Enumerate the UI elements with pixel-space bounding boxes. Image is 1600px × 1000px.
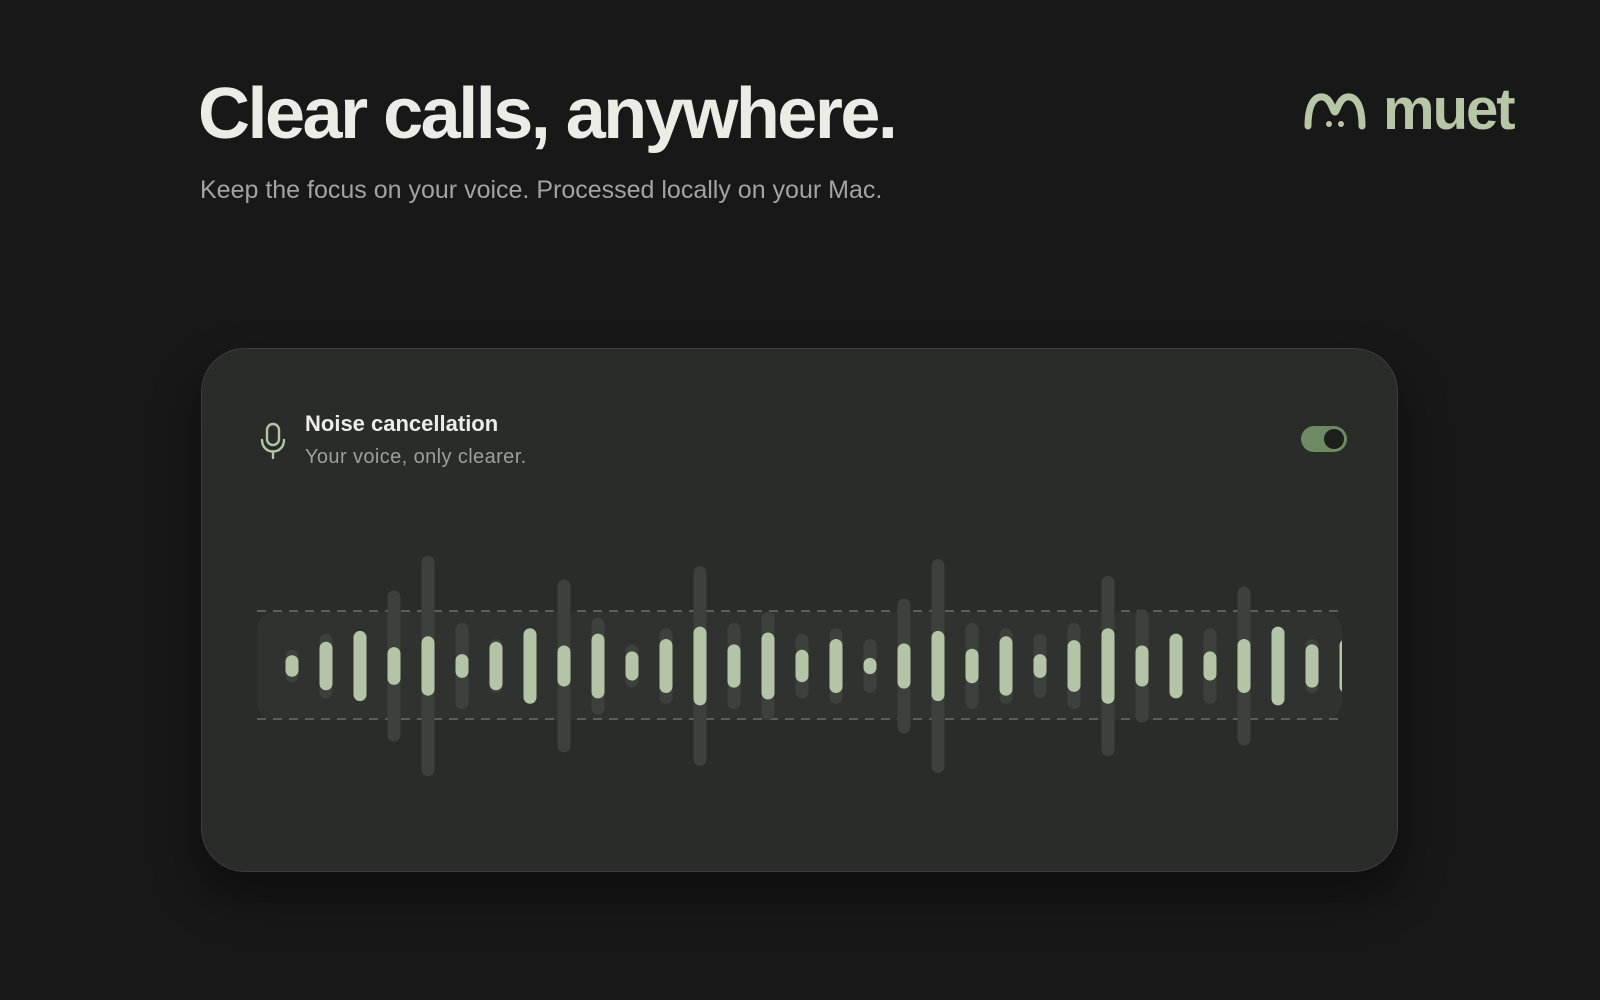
waveform-clean-bar: [1305, 644, 1319, 688]
waveform-clean-bar: [1067, 640, 1081, 692]
card-description: Your voice, only clearer.: [305, 446, 527, 468]
audio-waveform: [257, 555, 1342, 777]
waveform-clean-bar: [1101, 628, 1115, 704]
muet-logo-icon: [1304, 93, 1366, 130]
waveform-clean-bar: [285, 655, 299, 677]
card-header: Noise cancellation Your voice, only clea…: [257, 409, 527, 472]
waveform-clean-bar: [1271, 626, 1285, 706]
waveform-clean-bar: [1339, 640, 1342, 692]
waveform-clean-bar: [863, 657, 877, 675]
waveform-clean-bar: [659, 639, 673, 693]
waveform-clean-bar: [1033, 654, 1047, 678]
noise-cancellation-toggle[interactable]: [1301, 426, 1347, 452]
waveform-clean-bar: [1237, 639, 1251, 693]
waveform-clean-bar: [965, 648, 979, 684]
waveform-clean-bar: [931, 630, 945, 702]
waveform-clean-bar: [387, 647, 401, 685]
waveform-clean-bar: [693, 626, 707, 706]
waveform-clean-bar: [353, 630, 367, 702]
waveform-clean-bar: [1203, 651, 1217, 681]
waveform-clean-bar: [897, 643, 911, 689]
microphone-icon: [260, 422, 286, 460]
waveform-clean-bar: [761, 632, 775, 700]
waveform-clean-bar: [489, 641, 503, 691]
waveform-clean-bar: [1169, 633, 1183, 699]
brand-name: muet: [1383, 77, 1516, 142]
page-subtitle: Keep the focus on your voice. Processed …: [200, 176, 883, 204]
page: Clear calls, anywhere. Keep the focus on…: [0, 0, 1600, 1000]
waveform-clean-bar: [795, 649, 809, 683]
card-titles: Noise cancellation Your voice, only clea…: [305, 409, 527, 472]
waveform-clean-bar: [319, 641, 333, 691]
waveform-clean-bar: [523, 628, 537, 704]
noise-cancellation-card: Noise cancellation Your voice, only clea…: [201, 348, 1398, 872]
waveform-clean-bar: [421, 636, 435, 696]
brand-logo: muet: [1303, 77, 1516, 142]
waveform-clean-bar: [727, 644, 741, 688]
waveform-clean-bar: [625, 651, 639, 681]
waveform-clean-bar: [591, 633, 605, 699]
waveform-clean-bar: [999, 636, 1013, 696]
card-title: Noise cancellation: [305, 411, 499, 436]
toggle-knob: [1324, 429, 1344, 449]
waveform-clean-bar: [1135, 645, 1149, 687]
waveform-clean-bar: [557, 645, 571, 687]
waveform-clean-bar: [455, 654, 469, 678]
waveform-clean-bar: [829, 639, 843, 693]
page-headline: Clear calls, anywhere.: [198, 74, 898, 154]
